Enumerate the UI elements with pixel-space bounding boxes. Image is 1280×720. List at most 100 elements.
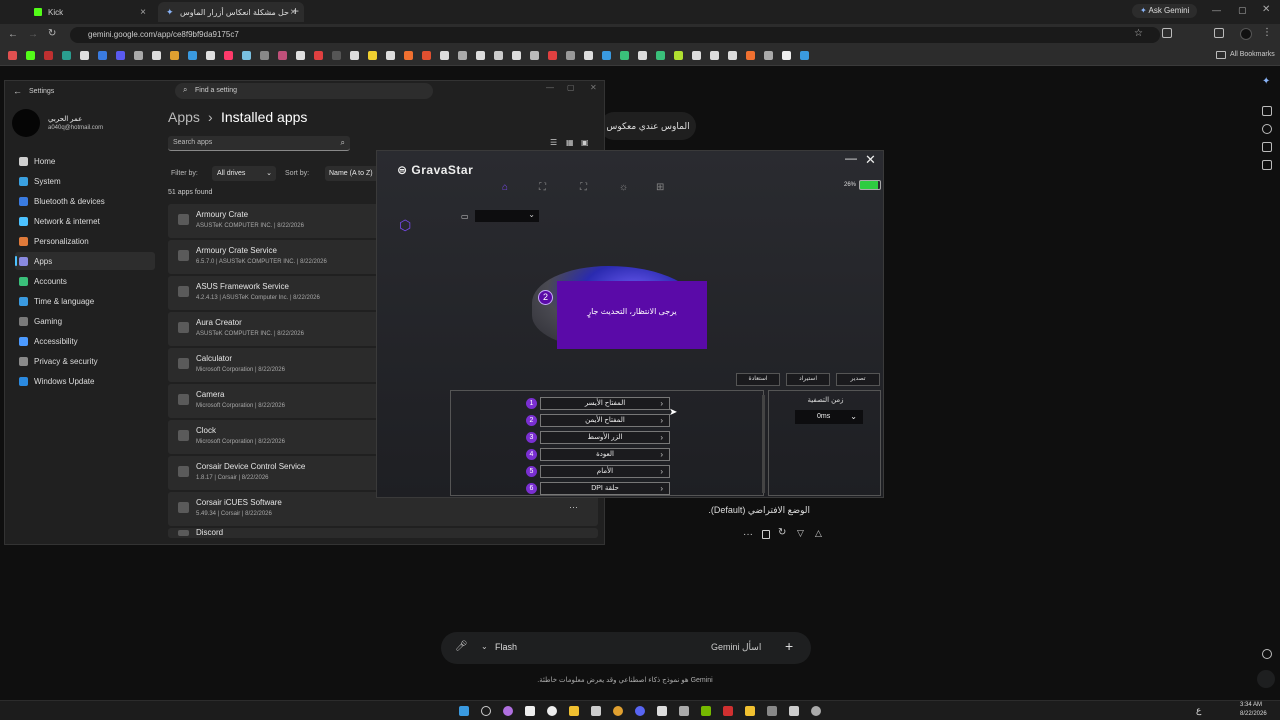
performance-icon[interactable]: ⛶ bbox=[580, 182, 587, 193]
search-apps-input[interactable]: Search apps ⌕ bbox=[168, 136, 350, 151]
reload-icon[interactable]: ↻ bbox=[48, 28, 56, 39]
bookmark-icon[interactable] bbox=[80, 51, 89, 60]
sidebar-item-privacy-security[interactable]: Privacy & security bbox=[15, 352, 155, 370]
start-button[interactable] bbox=[459, 706, 469, 716]
home-icon[interactable]: ⌂ bbox=[502, 182, 508, 193]
bookmark-icon[interactable] bbox=[638, 51, 647, 60]
sort-dropdown[interactable]: Name (A to Z) bbox=[325, 166, 379, 181]
bookmark-icon[interactable] bbox=[332, 51, 341, 60]
search-icon[interactable] bbox=[481, 706, 491, 716]
sidebar-item-network-internet[interactable]: Network & internet bbox=[15, 212, 155, 230]
bookmark-icon[interactable] bbox=[8, 51, 17, 60]
copy-icon[interactable] bbox=[762, 530, 770, 539]
bookmark-icon[interactable] bbox=[440, 51, 449, 60]
bookmark-icon[interactable] bbox=[620, 51, 629, 60]
minimize-button[interactable]: — bbox=[845, 151, 857, 165]
bookmark-icon[interactable] bbox=[746, 51, 755, 60]
bookmark-icon[interactable] bbox=[296, 51, 305, 60]
bookmark-icon[interactable] bbox=[62, 51, 71, 60]
list-item[interactable]: Discord bbox=[168, 528, 598, 538]
close-button[interactable]: ✕ bbox=[865, 152, 876, 168]
close-tab-icon[interactable]: × bbox=[140, 7, 146, 18]
apps-icon[interactable] bbox=[1262, 160, 1272, 170]
key-mapping-row[interactable]: المفتاح الأيمن › bbox=[540, 414, 670, 427]
find-setting-input[interactable]: ⌕ Find a setting bbox=[175, 83, 433, 99]
bookmark-icon[interactable] bbox=[710, 51, 719, 60]
avatar[interactable] bbox=[1257, 670, 1275, 688]
bookmark-icon[interactable] bbox=[530, 51, 539, 60]
menu-icon[interactable]: ⋮ bbox=[1262, 27, 1272, 38]
filter-dropdown[interactable]: All drives ⌄ bbox=[212, 166, 276, 181]
settings-gear-icon[interactable] bbox=[1262, 649, 1272, 659]
search-icon[interactable] bbox=[1262, 124, 1272, 134]
bookmark-icon[interactable] bbox=[422, 51, 431, 60]
bookmark-icon[interactable] bbox=[116, 51, 125, 60]
sidebar-item-bluetooth-devices[interactable]: Bluetooth & devices bbox=[15, 192, 155, 210]
bookmark-icon[interactable] bbox=[170, 51, 179, 60]
sidebar-item-accounts[interactable]: Accounts bbox=[15, 272, 155, 290]
settings-gear-icon[interactable] bbox=[811, 706, 821, 716]
minimize-icon[interactable]: — bbox=[1212, 5, 1221, 15]
thumb-down-icon[interactable]: ▽ bbox=[797, 528, 804, 539]
bookmark-icon[interactable] bbox=[404, 51, 413, 60]
prompt-box[interactable]: 🎤︎ ⌄ Flash اسأل Gemini + bbox=[441, 632, 811, 664]
key-mapping-row[interactable]: الأمام › bbox=[540, 465, 670, 478]
bookmark-icon[interactable] bbox=[512, 51, 521, 60]
profile-dropdown[interactable]: ⌄ bbox=[475, 210, 539, 222]
bookmark-icon[interactable] bbox=[764, 51, 773, 60]
thumb-up-icon[interactable]: △ bbox=[815, 528, 822, 539]
gemini-sparkle-icon[interactable]: ✦ bbox=[1262, 76, 1270, 87]
bookmark-icon[interactable] bbox=[368, 51, 377, 60]
app-icon[interactable] bbox=[547, 706, 557, 716]
minimize-icon[interactable]: — bbox=[546, 83, 554, 92]
model-selector[interactable]: Flash bbox=[495, 642, 517, 652]
clock-time[interactable]: 3:34 AM bbox=[1240, 702, 1262, 708]
copilot-icon[interactable] bbox=[503, 706, 513, 716]
profile-avatar[interactable] bbox=[1240, 28, 1252, 40]
key-mapping-row[interactable]: الزر الأوسط › bbox=[540, 431, 670, 444]
app-icon[interactable] bbox=[525, 706, 535, 716]
bookmark-icon[interactable] bbox=[494, 51, 503, 60]
all-bookmarks-link[interactable]: All Bookmarks bbox=[1230, 51, 1275, 58]
bookmark-icon[interactable] bbox=[278, 51, 287, 60]
bookmark-icon[interactable] bbox=[476, 51, 485, 60]
clock-date[interactable]: 8/22/2026 bbox=[1240, 711, 1267, 717]
bookmark-icon[interactable] bbox=[26, 51, 35, 60]
scrollbar[interactable] bbox=[762, 395, 765, 493]
more-options-icon[interactable]: ··· bbox=[569, 502, 578, 512]
bookmark-icon[interactable] bbox=[206, 51, 215, 60]
import-button[interactable]: استيراد bbox=[786, 373, 830, 386]
tab-gemini[interactable]: ✦ حل مشكلة انعكاس أزرار الماوس × bbox=[158, 2, 304, 22]
bookmark-icon[interactable] bbox=[584, 51, 593, 60]
new-tab-button[interactable]: + bbox=[292, 4, 299, 18]
sidebar-item-accessibility[interactable]: Accessibility bbox=[15, 332, 155, 350]
address-bar[interactable]: gemini.google.com/app/ce8f9bf9da9175c7 bbox=[70, 27, 1160, 43]
discord-icon[interactable] bbox=[635, 706, 645, 716]
bookmark-icon[interactable] bbox=[692, 51, 701, 60]
forward-icon[interactable]: → bbox=[28, 29, 38, 40]
sidebar-item-windows-update[interactable]: Windows Update bbox=[15, 372, 155, 390]
bookmark-icon[interactable] bbox=[728, 51, 737, 60]
sidebar-item-time-language[interactable]: Time & language bbox=[15, 292, 155, 310]
app-icon[interactable] bbox=[679, 706, 689, 716]
mic-icon[interactable]: 🎤︎ bbox=[455, 641, 468, 652]
file-explorer-icon[interactable] bbox=[569, 706, 579, 716]
sidebar-item-system[interactable]: System bbox=[15, 172, 155, 190]
key-mapping-row[interactable]: المفتاح الأيسر › bbox=[540, 397, 670, 410]
folder-icon[interactable]: ▭ bbox=[461, 212, 469, 221]
language-indicator[interactable]: ع bbox=[1196, 705, 1201, 716]
model-chevron-icon[interactable]: ⌄ bbox=[481, 642, 488, 651]
new-chat-icon[interactable] bbox=[1262, 106, 1272, 116]
app-icon[interactable] bbox=[657, 706, 667, 716]
bookmark-icon[interactable] bbox=[134, 51, 143, 60]
gems-icon[interactable] bbox=[1262, 142, 1272, 152]
app-icon[interactable] bbox=[723, 706, 733, 716]
sidebar-item-personalization[interactable]: Personalization bbox=[15, 232, 155, 250]
key-mapping-row[interactable]: DPI حلقة › bbox=[540, 482, 670, 495]
bookmark-icon[interactable] bbox=[458, 51, 467, 60]
maximize-icon[interactable]: ▢ bbox=[567, 83, 575, 92]
debounce-dropdown[interactable]: 0ms ⌄ bbox=[795, 410, 863, 424]
bookmark-icon[interactable] bbox=[242, 51, 251, 60]
sidebar-item-home[interactable]: Home bbox=[15, 152, 155, 170]
bookmark-star-icon[interactable]: ☆ bbox=[1134, 28, 1143, 39]
